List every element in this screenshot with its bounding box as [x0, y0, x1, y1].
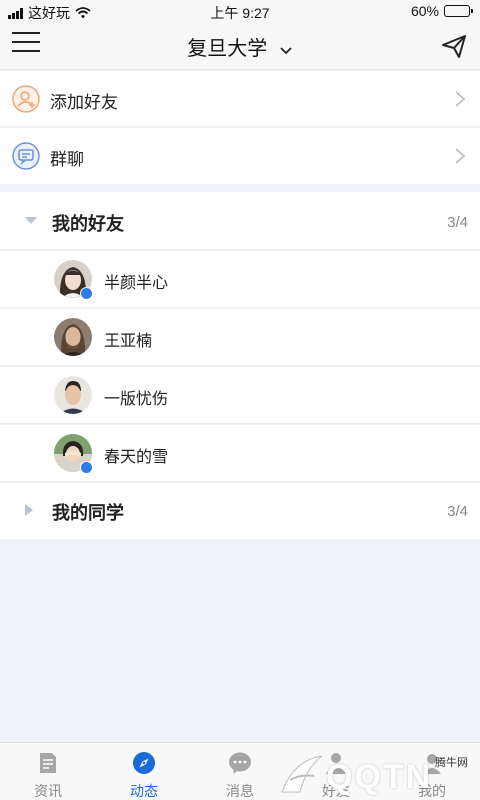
chevron-right-icon	[455, 148, 466, 164]
friend-name: 王亚楠	[104, 333, 153, 350]
status-bar: 这好玩 上午 9:27 60%	[0, 0, 480, 22]
friend-row[interactable]: 王亚楠	[0, 309, 480, 366]
compass-icon	[133, 752, 155, 774]
send-icon[interactable]	[440, 32, 468, 60]
verified-badge-icon	[80, 461, 93, 474]
group-chat-row[interactable]: 群聊	[0, 128, 480, 184]
school-selector[interactable]: 复旦大学	[0, 32, 480, 61]
watermark-site: 腾牛网	[435, 757, 468, 769]
group-title: 我的好友	[52, 214, 124, 234]
avatar	[54, 318, 92, 356]
battery-percent: 60%	[410, 3, 439, 19]
triangle-right-icon	[25, 504, 33, 516]
watermark-emblem	[281, 755, 323, 793]
tab-label: 资讯	[34, 783, 62, 799]
friend-row[interactable]: 春天的雪	[0, 425, 480, 482]
friend-row[interactable]: 一版忧伤	[0, 367, 480, 424]
chevron-down-icon	[280, 47, 292, 54]
verified-badge-icon	[80, 287, 93, 300]
add-user-icon	[12, 85, 40, 113]
status-time: 上午 9:27	[210, 5, 270, 21]
navigation-bar: 复旦大学	[0, 22, 480, 70]
add-friend-label: 添加好友	[50, 93, 118, 112]
friend-name: 春天的雪	[104, 449, 169, 466]
status-right: 60%	[410, 3, 473, 19]
group-title: 我的同学	[52, 503, 124, 523]
chevron-right-icon	[455, 91, 466, 107]
tab-news[interactable]: 资讯	[0, 743, 96, 800]
watermark-logo: QQTN 腾牛网	[270, 748, 480, 800]
add-friend-row[interactable]: 添加好友	[0, 71, 480, 127]
triangle-down-icon	[25, 217, 37, 224]
watermark-text: QQTN	[326, 758, 433, 796]
group-chat-icon	[12, 142, 40, 170]
avatar	[54, 376, 92, 414]
battery-icon	[444, 5, 473, 17]
group-count: 3/4	[447, 214, 468, 231]
message-icon	[229, 752, 251, 774]
page-title: 复旦大学	[187, 38, 268, 60]
group-header-classmates[interactable]: 我的同学 3/4	[0, 483, 480, 539]
tab-feed[interactable]: 动态	[96, 743, 192, 800]
friend-name: 一版忧伤	[104, 391, 169, 408]
group-header-friends[interactable]: 我的好友 3/4	[0, 192, 480, 250]
news-icon	[40, 753, 56, 773]
friend-row[interactable]: 半颜半心	[0, 251, 480, 308]
tab-label: 动态	[130, 783, 158, 799]
friend-name: 半颜半心	[104, 275, 169, 292]
group-count: 3/4	[447, 503, 468, 520]
group-chat-label: 群聊	[50, 150, 84, 169]
